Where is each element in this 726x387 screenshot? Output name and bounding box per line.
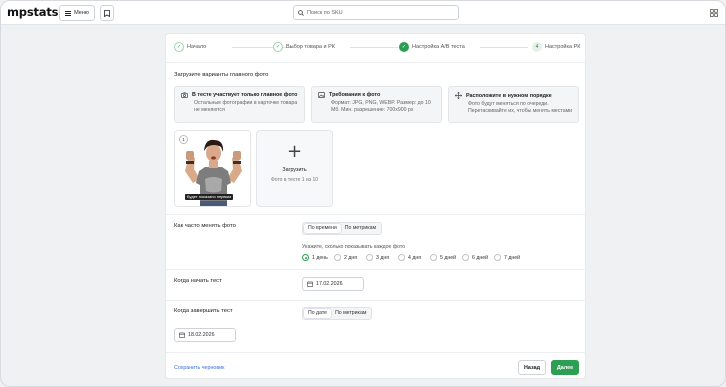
info-box-order: Расположите в нужном порядке Фото будут … xyxy=(448,86,579,123)
stepper: ✓ Начало ✓ Выбор товара и РК ✓ Настройка… xyxy=(174,42,580,54)
image-icon xyxy=(318,92,325,98)
info-text: Фото будут меняться по очереди. Перетаск… xyxy=(468,101,573,114)
logo: mpstats xyxy=(7,5,59,19)
finish-option-date[interactable]: По дате xyxy=(304,309,332,318)
frequency-title: Как часто менять фото xyxy=(174,223,236,229)
finish-title: Когда завершить тест xyxy=(174,308,233,314)
photo-thumbnail[interactable]: 1 Будет показано первым xyxy=(174,130,251,207)
radio-label: 6 дней xyxy=(472,254,489,261)
step-label: Выбор товара и РК xyxy=(286,44,335,50)
radio-button[interactable] xyxy=(430,254,437,261)
back-button[interactable]: Назад xyxy=(518,360,546,375)
move-icon xyxy=(455,92,462,99)
step-label: Начало xyxy=(187,44,207,50)
check-icon: ✓ xyxy=(399,42,409,52)
ab-test-card: ✓ Начало ✓ Выбор товара и РК ✓ Настройка… xyxy=(165,33,587,379)
radio-label: 5 дней xyxy=(440,254,457,261)
apps-grid-icon[interactable] xyxy=(710,9,718,17)
radio-button[interactable] xyxy=(462,254,469,261)
info-box-requirements: Требования к фото Формат: JPG, PNG, WEBP… xyxy=(311,86,442,123)
upload-button[interactable]: + Загрузить Фото в тесте 1 из 10 xyxy=(256,130,333,207)
radio-label: 7 дней xyxy=(504,254,521,261)
finish-date-value: 18.02.2026 xyxy=(188,332,215,338)
bookmark-icon xyxy=(104,9,110,17)
upload-label: Загрузить xyxy=(282,167,307,173)
hamburger-icon xyxy=(65,10,72,16)
divider xyxy=(166,300,587,301)
upload-counter: Фото в тесте 1 из 10 xyxy=(270,177,319,183)
duration-option[interactable]: 6 дней xyxy=(462,254,488,261)
radio-label: 2 дня xyxy=(344,254,358,261)
step-start[interactable]: ✓ Начало xyxy=(174,42,206,52)
radio-button[interactable] xyxy=(398,254,405,261)
divider xyxy=(166,214,587,215)
start-title: Когда начать тест xyxy=(174,278,222,284)
calendar-icon xyxy=(179,332,185,338)
radio-label: 4 дня xyxy=(408,254,422,261)
check-icon: ✓ xyxy=(273,42,283,52)
step-ab-setup[interactable]: ✓ Настройка A/B теста xyxy=(399,42,465,52)
info-text: Остальные фотографии в карточке товара н… xyxy=(194,100,298,113)
start-date-value: 17.02.2026 xyxy=(316,281,343,287)
finish-option-metrics[interactable]: По метрикам xyxy=(331,309,370,318)
finish-toggle: По дате По метрикам xyxy=(302,307,373,320)
duration-option[interactable]: 2 дня xyxy=(334,254,357,261)
info-title: Требования к фото xyxy=(329,92,381,98)
radio-button[interactable] xyxy=(302,254,309,261)
duration-option[interactable]: 7 дней xyxy=(494,254,520,261)
photo-order-number: 1 xyxy=(179,135,188,144)
finish-date-field[interactable]: 18.02.2026 xyxy=(174,328,236,342)
duration-option[interactable]: 3 дня xyxy=(366,254,389,261)
radio-button[interactable] xyxy=(366,254,373,261)
frequency-option-metrics[interactable]: По метрикам xyxy=(341,224,380,233)
info-text: Формат: JPG, PNG, WEBP. Размер: до 10 Мб… xyxy=(331,100,431,113)
radio-button[interactable] xyxy=(494,254,501,261)
calendar-icon xyxy=(307,281,313,287)
radio-label: 1 день xyxy=(312,254,328,261)
search-icon xyxy=(298,9,304,16)
app-window: mpstats Меню Поиск по SKU ✓ Начало ✓ Выб… xyxy=(0,0,726,387)
duration-radio-group: 1 день 2 дня 3 дня 4 дня 5 дней 6 дней 7… xyxy=(302,254,562,262)
duration-option[interactable]: 5 дней xyxy=(430,254,456,261)
info-box-main-photo: В тесте участвует только главное фото Ос… xyxy=(174,86,305,123)
info-title: В тесте участвует только главное фото xyxy=(192,92,298,98)
photo-caption-badge: Будет показано первым xyxy=(185,194,234,200)
frequency-toggle: По времени По метрикам xyxy=(302,222,383,235)
radio-button[interactable] xyxy=(334,254,341,261)
menu-button[interactable]: Меню xyxy=(59,5,95,21)
step-connector xyxy=(480,47,528,48)
plus-icon: + xyxy=(286,141,303,162)
duration-option[interactable]: 4 дня xyxy=(398,254,421,261)
step-connector xyxy=(350,47,398,48)
frequency-hint: Укажите, сколько показывать каждое фото xyxy=(302,244,406,250)
bookmark-button[interactable] xyxy=(100,5,114,21)
step-label: Настройка A/B теста xyxy=(412,44,465,50)
start-date-field[interactable]: 17.02.2026 xyxy=(302,277,364,291)
divider xyxy=(166,269,587,270)
step-campaign[interactable]: 4 Настройка РК xyxy=(532,42,580,52)
camera-icon xyxy=(181,92,188,98)
info-title: Расположите в нужном порядке xyxy=(466,92,552,99)
save-draft-link[interactable]: Сохранить черновик xyxy=(174,365,224,371)
radio-label: 3 дня xyxy=(376,254,390,261)
check-icon: ✓ xyxy=(174,42,184,52)
next-button[interactable]: Далее xyxy=(551,360,579,375)
search-input[interactable] xyxy=(307,9,447,16)
step-number: 4 xyxy=(532,42,542,52)
duration-option[interactable]: 1 день xyxy=(302,254,328,261)
step-label: Настройка РК xyxy=(545,44,581,50)
photos-section-title: Загрузите варианты главного фото xyxy=(174,72,269,78)
divider xyxy=(166,352,587,353)
frequency-option-time[interactable]: По времени xyxy=(304,224,341,233)
menu-label: Меню xyxy=(74,10,89,16)
search-box[interactable] xyxy=(293,5,459,20)
divider xyxy=(166,62,587,63)
step-product[interactable]: ✓ Выбор товара и РК xyxy=(273,42,335,52)
top-header: mpstats Меню xyxy=(1,1,725,25)
